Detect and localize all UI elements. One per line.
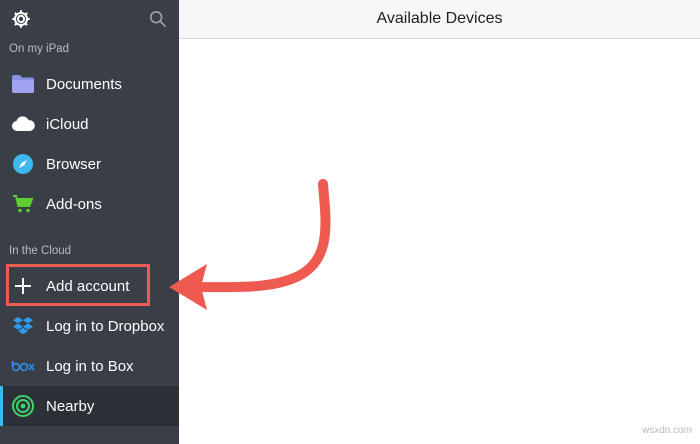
gear-icon[interactable] <box>10 8 32 30</box>
sidebar-item-icloud[interactable]: iCloud <box>0 104 179 144</box>
sidebar-item-add-account[interactable]: Add account <box>0 266 179 306</box>
sidebar-item-box[interactable]: Log in to Box <box>0 346 179 386</box>
sidebar-item-label: Documents <box>46 75 122 93</box>
sidebar-item-dropbox[interactable]: Log in to Dropbox <box>0 306 179 346</box>
section-label-in-the-cloud: In the Cloud <box>9 245 72 257</box>
cart-icon <box>11 192 35 216</box>
sidebar-toolbar <box>0 0 179 38</box>
dropbox-icon <box>11 314 35 338</box>
page-title: Available Devices <box>376 10 503 27</box>
folder-icon <box>11 72 35 96</box>
sidebar-item-label: iCloud <box>46 115 89 133</box>
sidebar-item-label: Nearby <box>46 397 95 415</box>
watermark: wsxdn.com <box>641 425 692 436</box>
cloud-icon <box>11 112 35 136</box>
sidebar-item-label: Log in to Box <box>46 357 134 375</box>
plus-icon <box>11 274 35 298</box>
box-icon <box>11 354 35 378</box>
main-header: Available Devices <box>179 0 700 39</box>
sidebar-item-nearby[interactable]: Nearby <box>0 386 179 426</box>
sidebar-item-add-ons[interactable]: Add-ons <box>0 184 179 224</box>
sidebar-item-browser[interactable]: Browser <box>0 144 179 184</box>
main-content <box>179 39 700 444</box>
compass-icon <box>11 152 35 176</box>
radar-icon <box>11 394 35 418</box>
active-indicator <box>0 386 3 426</box>
sidebar-item-label: Add-ons <box>46 195 102 213</box>
sidebar-item-label: Browser <box>46 155 102 173</box>
sidebar-item-label: Log in to Dropbox <box>46 317 165 335</box>
section-label-on-my-ipad: On my iPad <box>9 43 70 55</box>
sidebar-item-documents[interactable]: Documents <box>0 64 179 104</box>
sidebar-item-label: Add account <box>46 277 130 295</box>
search-icon[interactable] <box>149 10 167 28</box>
sidebar: On my iPad Documents iCloud Browser Add-… <box>0 0 179 444</box>
